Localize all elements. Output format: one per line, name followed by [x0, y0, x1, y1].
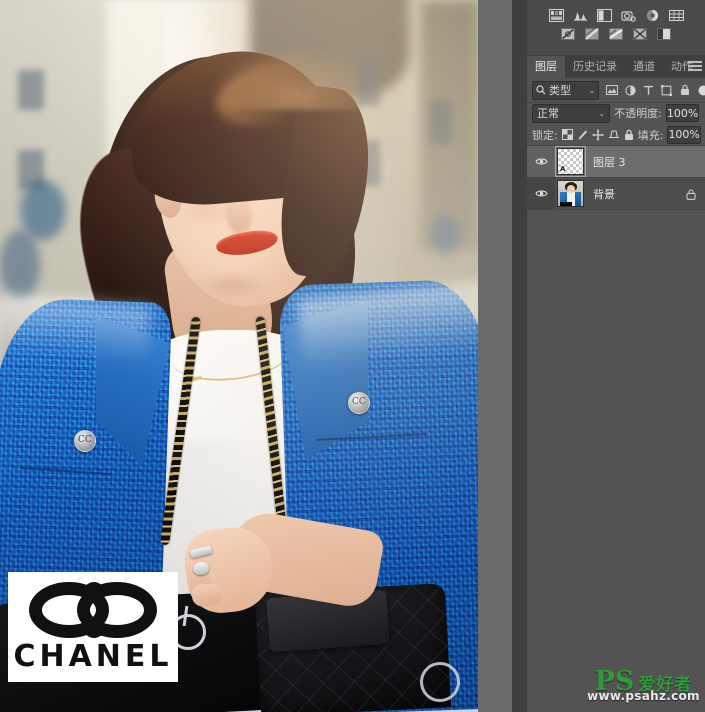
document-canvas[interactable]: CC CC CHANEL — [0, 0, 478, 712]
chanel-logo-overlay[interactable]: CHANEL — [8, 572, 178, 682]
layer-filter-row: 类型 ⌄ — [527, 78, 705, 103]
layer-name[interactable]: 背景 — [593, 186, 615, 202]
color-balance-icon[interactable] — [561, 27, 576, 41]
photo-chin-shadow — [196, 272, 270, 298]
lock-position-icon[interactable] — [592, 129, 604, 141]
curves-icon[interactable] — [596, 8, 612, 22]
fill-label: 填充: — [637, 128, 664, 142]
filter-kind-select[interactable]: 类型 ⌄ — [532, 80, 600, 100]
channel-mixer-icon[interactable] — [633, 27, 648, 41]
fill-value[interactable]: 100% — [667, 125, 701, 144]
layer-row-background[interactable]: 背景 — [527, 178, 705, 210]
layers-list: A 图层 3 背景 — [527, 146, 705, 210]
opacity-label: 不透明度: — [614, 107, 662, 120]
layer-name[interactable]: 图层 3 — [593, 154, 626, 170]
exposure-icon[interactable] — [620, 8, 636, 22]
opacity-value[interactable]: 100% — [665, 104, 700, 122]
adjustments-panel — [527, 0, 705, 56]
photo-window — [430, 100, 452, 144]
tab-history[interactable]: 历史记录 — [565, 56, 625, 78]
panel-menu-icon[interactable] — [688, 61, 702, 72]
photo-jacket-button: CC — [348, 392, 370, 414]
blend-mode-value: 正常 — [537, 107, 559, 120]
photo-bokeh — [430, 215, 460, 255]
photo-bokeh — [0, 230, 40, 300]
photo-finger — [191, 582, 223, 608]
double-c-monogram-icon — [29, 582, 157, 638]
layer-visibility-toggle[interactable] — [527, 178, 555, 209]
layer-visibility-toggle[interactable] — [527, 146, 555, 177]
filter-toggle-icon[interactable] — [698, 84, 705, 97]
layer-thumbnail-content: A — [560, 165, 566, 173]
lock-artboard-nesting-icon[interactable] — [608, 129, 620, 141]
filter-type-layers-icon[interactable] — [642, 84, 654, 97]
layer-lock-icon[interactable] — [686, 189, 696, 200]
lock-all-icon[interactable] — [624, 129, 634, 141]
filter-shape-layers-icon[interactable] — [661, 84, 673, 97]
tab-layers[interactable]: 图层 — [527, 56, 565, 78]
photo-bokeh — [20, 180, 66, 240]
filter-kind-label: 类型 — [549, 84, 571, 97]
lock-transparent-pixels-icon[interactable] — [561, 129, 573, 141]
lock-row: 锁定: 填充: 100% — [527, 124, 705, 146]
photo-jacket-button: CC — [74, 430, 96, 452]
canvas-gutter — [478, 0, 512, 712]
chevron-down-icon: ⌄ — [588, 85, 596, 95]
filter-adjustment-layers-icon[interactable] — [624, 84, 636, 97]
brightness-contrast-icon[interactable] — [548, 8, 564, 22]
chevron-down-icon: ⌄ — [598, 108, 606, 118]
lock-image-pixels-icon[interactable] — [577, 129, 588, 141]
vibrance-icon[interactable] — [645, 8, 660, 22]
chanel-wordmark: CHANEL — [13, 639, 173, 674]
black-white-icon[interactable] — [585, 27, 600, 41]
photo-hair-wisp — [200, 40, 360, 110]
layer-thumbnail[interactable]: A — [555, 146, 586, 177]
photo-jacket-highlight — [0, 293, 153, 367]
blend-mode-select[interactable]: 正常 ⌄ — [532, 103, 611, 123]
lock-label: 锁定: — [532, 128, 558, 142]
photo-filter-icon[interactable] — [609, 27, 624, 41]
filter-pixel-layers-icon[interactable] — [605, 84, 618, 97]
eye-icon — [534, 190, 548, 197]
layer-row-layer-3[interactable]: A 图层 3 — [527, 146, 705, 178]
right-panel-dock: 图层 历史记录 通道 动作 类型 ⌄ 正常 ⌄ 不透明度: 100% 锁定: 填… — [527, 0, 705, 712]
eye-icon — [534, 158, 548, 165]
levels-icon[interactable] — [573, 8, 588, 22]
search-icon — [536, 85, 546, 95]
filter-smart-objects-icon[interactable] — [679, 84, 691, 97]
panel-tab-strip: 图层 历史记录 通道 动作 — [527, 55, 705, 78]
panel-gap — [512, 0, 527, 712]
tab-channels[interactable]: 通道 — [625, 56, 663, 78]
hue-saturation-icon[interactable] — [668, 8, 684, 22]
layer-thumbnail[interactable] — [557, 180, 584, 207]
blend-mode-row: 正常 ⌄ 不透明度: 100% ⌄ — [527, 102, 705, 124]
color-lookup-icon[interactable] — [657, 27, 672, 41]
photo-window — [18, 70, 44, 110]
